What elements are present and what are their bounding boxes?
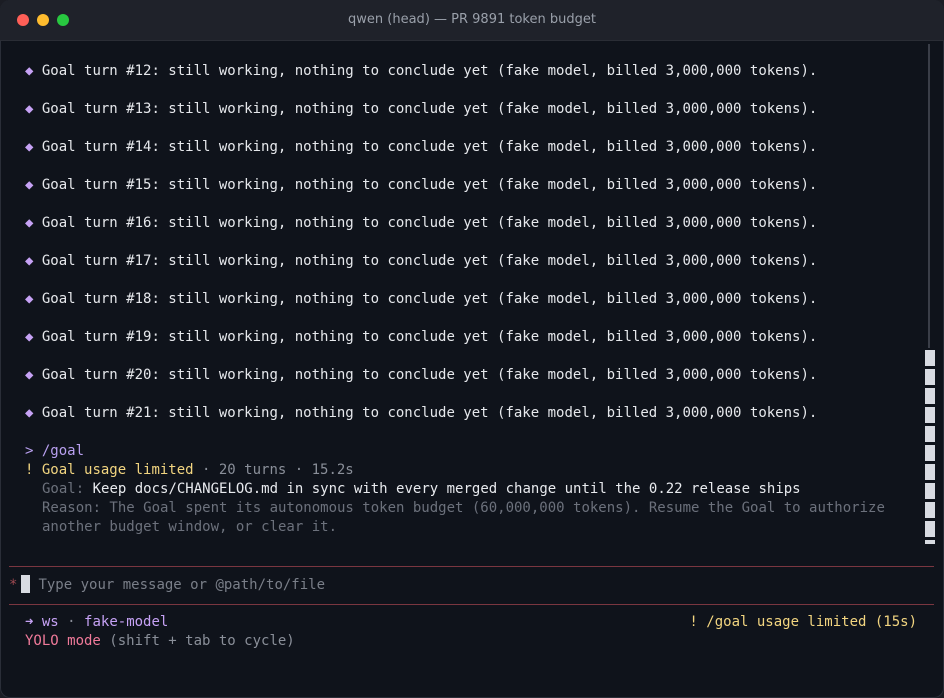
- text-cursor: [21, 575, 31, 593]
- command-text: /goal: [41, 443, 85, 459]
- warning-icon: !: [25, 462, 34, 478]
- input-top-divider: [9, 566, 934, 567]
- diamond-icon: ◆: [25, 329, 34, 345]
- diamond-icon: ◆: [25, 63, 34, 79]
- footer-separator: ·: [67, 614, 76, 630]
- log-line: ◆ Goal turn #19: still working, nothing …: [25, 328, 817, 347]
- log-line-text: Goal turn #12: still working, nothing to…: [41, 63, 818, 79]
- log-line: ◆ Goal turn #20: still working, nothing …: [25, 366, 817, 385]
- input-placeholder: Type your message or @path/to/file: [38, 577, 326, 593]
- diamond-icon: ◆: [25, 139, 34, 155]
- reason-line-1: Reason: The Goal spent its autonomous to…: [42, 500, 885, 516]
- log-line-text: Goal turn #16: still working, nothing to…: [41, 215, 818, 231]
- workspace-name: ws: [41, 614, 59, 630]
- title-bar: qwen (head) — PR 9891 token budget: [0, 0, 944, 41]
- log-line: ◆ Goal turn #16: still working, nothing …: [25, 214, 817, 233]
- scrollbar-track[interactable]: [928, 44, 930, 348]
- diamond-icon: ◆: [25, 177, 34, 193]
- result-header: ! Goal usage limited · 20 turns · 15.2s: [25, 461, 354, 480]
- diamond-icon: ◆: [25, 101, 34, 117]
- window-title: qwen (head) — PR 9891 token budget: [348, 12, 596, 27]
- terminal-window: qwen (head) — PR 9891 token budget ◆ Goa…: [0, 0, 944, 698]
- log-line-text: Goal turn #21: still working, nothing to…: [41, 405, 818, 421]
- goal-status-indicator: ! /goal usage limited (15s): [689, 614, 917, 630]
- log-line: ◆ Goal turn #18: still working, nothing …: [25, 290, 817, 309]
- log-line-text: Goal turn #13: still working, nothing to…: [41, 101, 818, 117]
- log-line-text: Goal turn #18: still working, nothing to…: [41, 291, 818, 307]
- goal-text: Keep docs/CHANGELOG.md in sync with ever…: [92, 481, 801, 497]
- log-line-text: Goal turn #19: still working, nothing to…: [41, 329, 818, 345]
- log-line-text: Goal turn #14: still working, nothing to…: [41, 139, 818, 155]
- log-line: ◆ Goal turn #21: still working, nothing …: [25, 404, 817, 423]
- model-name: fake-model: [84, 614, 169, 630]
- scrollbar-thumb[interactable]: [925, 350, 935, 544]
- mode-hint: (shift + tab to cycle): [109, 633, 295, 649]
- diamond-icon: ◆: [25, 253, 34, 269]
- mode-label: YOLO mode: [25, 633, 101, 649]
- message-input[interactable]: * Type your message or @path/to/file: [9, 575, 325, 595]
- workspace-status: ➜ ws · fake-model: [25, 613, 168, 632]
- log-line: ◆ Goal turn #12: still working, nothing …: [25, 62, 817, 81]
- reason-line-2: another budget window, or clear it.: [42, 519, 338, 535]
- goal-line: Goal: Keep docs/CHANGELOG.md in sync wit…: [42, 480, 801, 499]
- log-line: ◆ Goal turn #15: still working, nothing …: [25, 176, 817, 195]
- diamond-icon: ◆: [25, 215, 34, 231]
- goal-label: Goal:: [42, 481, 85, 497]
- log-line: ◆ Goal turn #17: still working, nothing …: [25, 252, 817, 271]
- log-line-text: Goal turn #20: still working, nothing to…: [41, 367, 818, 383]
- command-line: > /goal: [25, 442, 84, 461]
- log-line: ◆ Goal turn #13: still working, nothing …: [25, 100, 817, 119]
- diamond-icon: ◆: [25, 405, 34, 421]
- input-bottom-divider: [9, 604, 934, 605]
- log-line-text: Goal turn #15: still working, nothing to…: [41, 177, 818, 193]
- arrow-icon: ➜: [25, 614, 34, 630]
- log-line: ◆ Goal turn #14: still working, nothing …: [25, 138, 817, 157]
- mode-indicator[interactable]: YOLO mode (shift + tab to cycle): [25, 632, 295, 651]
- result-meta: · 20 turns · 15.2s: [193, 462, 354, 478]
- log-line-text: Goal turn #17: still working, nothing to…: [41, 253, 818, 269]
- input-marker: *: [9, 577, 18, 593]
- prompt-symbol: >: [25, 443, 34, 459]
- diamond-icon: ◆: [25, 291, 34, 307]
- diamond-icon: ◆: [25, 367, 34, 383]
- result-title: Goal usage limited: [41, 462, 194, 478]
